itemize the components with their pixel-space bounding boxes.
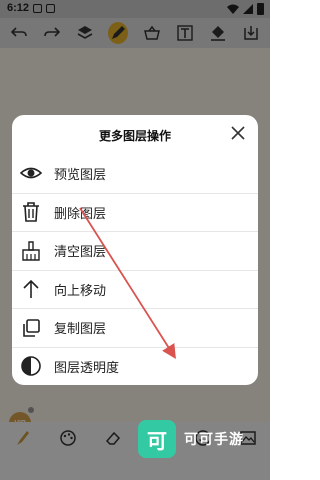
watermark-logo: 可 xyxy=(138,420,176,458)
menu-label: 复制图层 xyxy=(54,322,107,338)
copy-icon xyxy=(20,317,42,339)
broom-icon xyxy=(20,240,42,262)
menu-item-delete-layer[interactable]: 删除图层 xyxy=(12,192,258,232)
eye-icon xyxy=(20,162,42,184)
arrow-up-icon xyxy=(20,278,42,300)
close-icon xyxy=(231,126,245,140)
menu-label: 删除图层 xyxy=(54,206,107,222)
menu-item-clear-layer[interactable]: 清空图层 xyxy=(12,231,258,270)
layer-menu-list: 预览图层 删除图层 清空图层 向上移动 复制图层 图层透明度 xyxy=(12,154,258,385)
menu-item-copy-layer[interactable]: 复制图层 xyxy=(12,308,258,347)
menu-label: 预览图层 xyxy=(54,167,107,183)
menu-item-move-up[interactable]: 向上移动 xyxy=(12,269,258,309)
layer-actions-dialog: 更多图层操作 预览图层 删除图层 清空图层 向上移动 复制图层 图层透明度 xyxy=(12,115,258,385)
watermark: 可 可可手游 xyxy=(138,420,244,458)
close-button[interactable] xyxy=(229,124,247,142)
watermark-text: 可可手游 xyxy=(184,432,244,448)
menu-item-preview-layer[interactable]: 预览图层 xyxy=(12,154,258,193)
dialog-header: 更多图层操作 xyxy=(12,115,258,153)
menu-label: 清空图层 xyxy=(54,245,107,261)
menu-label: 向上移动 xyxy=(54,283,107,299)
trash-icon xyxy=(20,201,42,223)
menu-item-layer-opacity[interactable]: 图层透明度 xyxy=(12,346,258,386)
dialog-title: 更多图层操作 xyxy=(98,129,171,143)
menu-label: 图层透明度 xyxy=(54,360,120,376)
opacity-icon xyxy=(20,355,42,377)
